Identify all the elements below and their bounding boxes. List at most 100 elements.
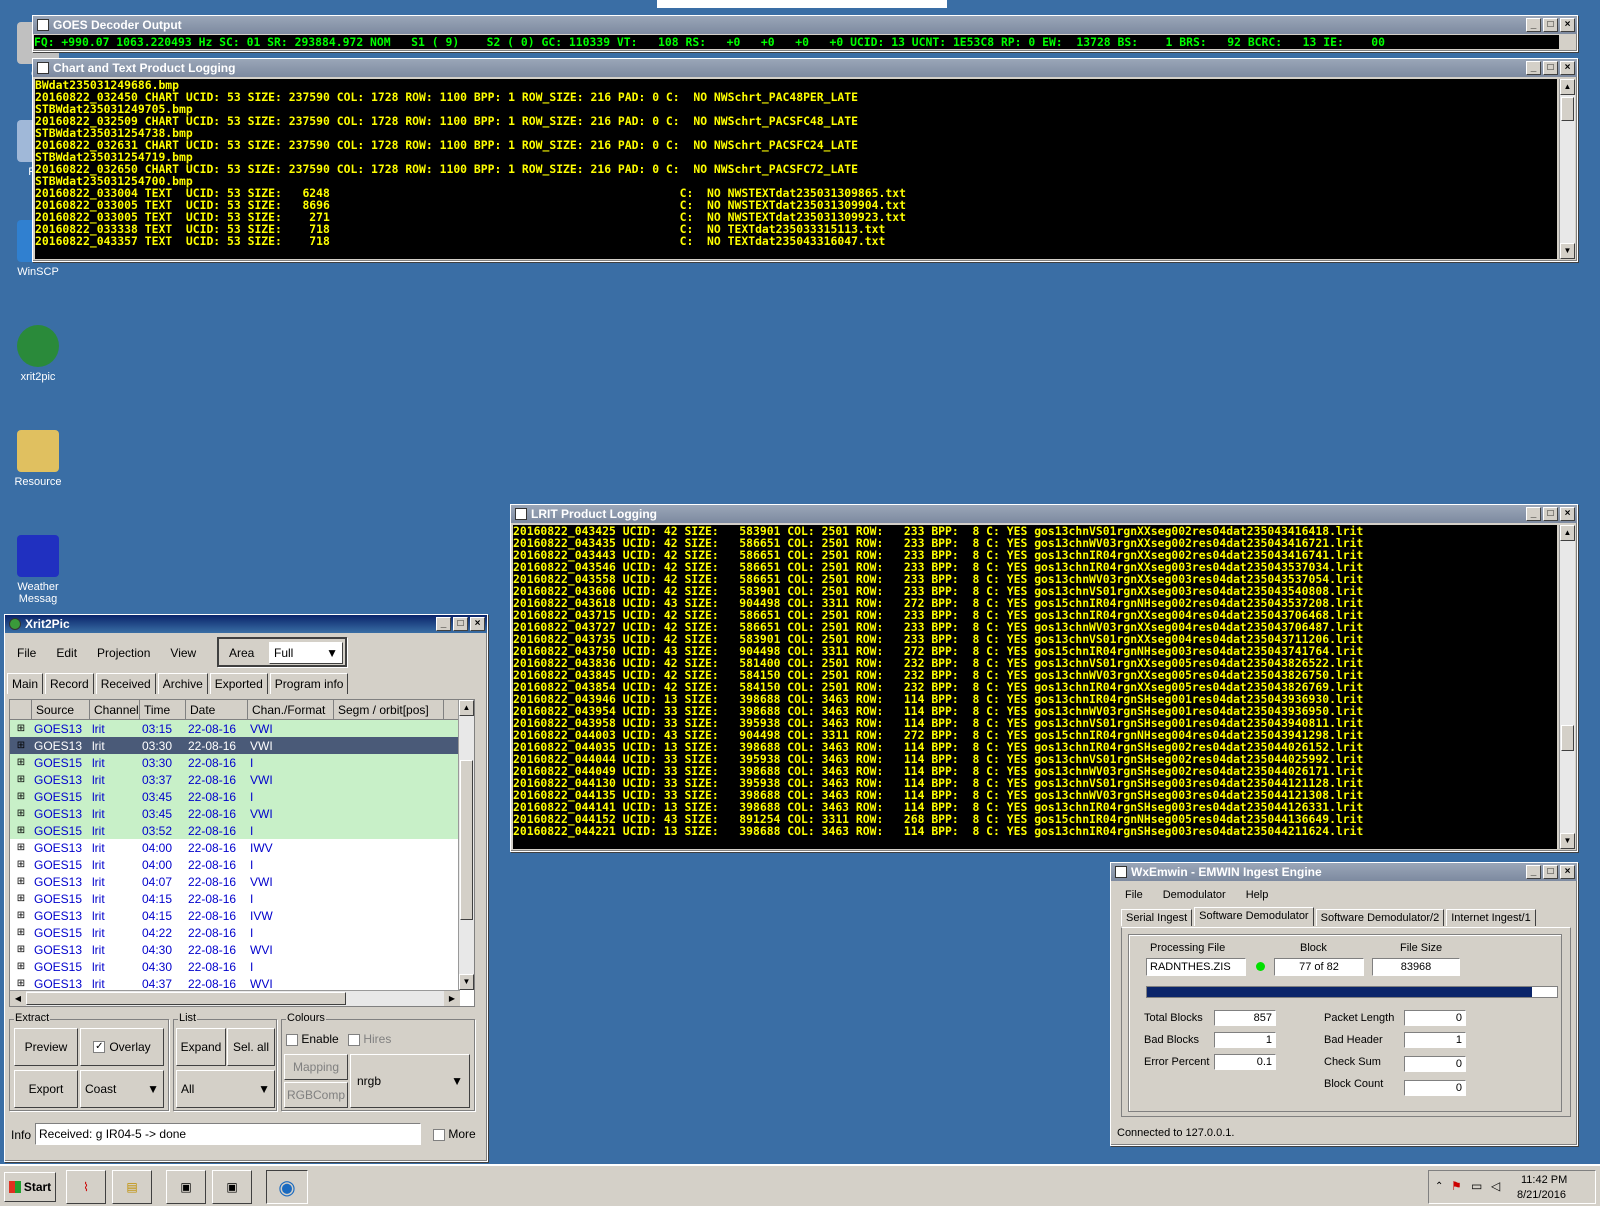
menu-projection[interactable]: Projection	[87, 646, 160, 660]
close-icon[interactable]: ×	[1560, 18, 1575, 32]
expand-icon[interactable]: ⊞	[10, 941, 32, 958]
chart-log-window[interactable]: Chart and Text Product Logging _ □ × BWdat…	[32, 58, 1578, 262]
list-scrollbar[interactable]: ▲ ▼	[458, 700, 474, 990]
scroll-up-icon[interactable]: ▲	[459, 700, 474, 716]
table-row[interactable]: ⊞ GOES13 lrit 03:15 22-08-16 VWI	[10, 720, 474, 737]
table-row[interactable]: ⊞ GOES15 lrit 03:52 22-08-16 I	[10, 822, 474, 839]
table-row[interactable]: ⊞ GOES13 lrit 04:07 22-08-16 VWI	[10, 873, 474, 890]
overlay-checkbox[interactable]: ✓	[93, 1041, 106, 1053]
colour-mode-select[interactable]: nrgb ▼	[350, 1054, 470, 1108]
chart-log-scrollbar[interactable]: ▲ ▼	[1559, 79, 1575, 259]
expand-button[interactable]: Expand	[176, 1028, 226, 1066]
table-row[interactable]: ⊞ GOES13 lrit 04:00 22-08-16 IWV	[10, 839, 474, 856]
table-row[interactable]: ⊞ GOES13 lrit 03:30 22-08-16 VWI	[10, 737, 474, 754]
lrit-log-titlebar[interactable]: LRIT Product Logging _ □ ×	[511, 505, 1577, 523]
chart-log-titlebar[interactable]: Chart and Text Product Logging _ □ ×	[33, 59, 1577, 77]
column-header[interactable]: Date	[186, 700, 248, 719]
clock-date[interactable]: 8/21/2016	[1517, 1189, 1566, 1201]
expand-icon[interactable]: ⊞	[10, 771, 32, 788]
expand-icon[interactable]: ⊞	[10, 720, 32, 737]
tab-archive[interactable]: Archive	[157, 673, 208, 694]
expand-icon[interactable]: ⊞	[10, 822, 32, 839]
expand-icon[interactable]: ⊞	[10, 839, 32, 856]
desktop-icon[interactable]: xrit2pic	[3, 325, 73, 383]
tab-record[interactable]: Record	[45, 673, 94, 694]
taskbar-globe-icon[interactable]: ◉	[266, 1170, 308, 1204]
column-header[interactable]: Channel	[90, 700, 140, 719]
scroll-up-icon[interactable]: ▲	[1560, 79, 1575, 95]
goes-decoder-titlebar[interactable]: GOES Decoder Output _ □ ×	[33, 16, 1577, 34]
taskbar-explorer-icon[interactable]: ▤	[112, 1170, 152, 1204]
expand-icon[interactable]: ⊞	[10, 890, 32, 907]
table-row[interactable]: ⊞ GOES15 lrit 04:00 22-08-16 I	[10, 856, 474, 873]
scroll-thumb[interactable]	[1561, 725, 1574, 751]
product-table[interactable]: ⊞ GOES13 lrit 03:15 22-08-16 VWI ⊞ GOES13 lrit 03…	[10, 720, 474, 992]
tray-volume-icon[interactable]: ◁	[1491, 1179, 1500, 1193]
goes-decoder-window[interactable]: GOES Decoder Output _ □ × FQ: +990.07 1063…	[32, 15, 1578, 52]
export-button[interactable]: Export	[14, 1070, 78, 1108]
tray-flag-icon[interactable]: ⚑	[1451, 1179, 1462, 1193]
tab-exported[interactable]: Exported	[209, 673, 268, 694]
close-icon[interactable]: ×	[1560, 61, 1575, 75]
tab-software-demodulator-2[interactable]: Software Demodulator/2	[1315, 909, 1445, 926]
expand-icon[interactable]: ⊞	[10, 873, 32, 890]
taskbar-console2-icon[interactable]: ▣	[212, 1170, 252, 1204]
tab-internet-ingest-1[interactable]: Internet Ingest/1	[1446, 909, 1536, 926]
menu-edit[interactable]: Edit	[46, 646, 87, 660]
tray-expand-icon[interactable]: ⌃	[1435, 1181, 1443, 1192]
expand-icon[interactable]: ⊞	[10, 958, 32, 975]
minimize-icon[interactable]: _	[1526, 865, 1541, 879]
expand-icon[interactable]: ⊞	[10, 805, 32, 822]
desktop-icon[interactable]: Weather Messag	[3, 535, 73, 605]
table-row[interactable]: ⊞ GOES13 lrit 03:37 22-08-16 VWI	[10, 771, 474, 788]
close-icon[interactable]: ×	[470, 617, 485, 631]
expand-icon[interactable]: ⊞	[10, 856, 32, 873]
menu-file[interactable]: File	[1115, 889, 1153, 901]
product-list[interactable]: Source Channel Time Date Chan./Format Segm / …	[9, 699, 475, 1007]
table-row[interactable]: ⊞ GOES15 lrit 03:45 22-08-16 I	[10, 788, 474, 805]
table-row[interactable]: ⊞ GOES15 lrit 03:30 22-08-16 I	[10, 754, 474, 771]
start-button[interactable]: Start	[4, 1172, 56, 1202]
xrit2pic-window[interactable]: Xrit2Pic _ □ × File Edit Projection View Area…	[4, 614, 488, 1162]
close-icon[interactable]: ×	[1560, 507, 1575, 521]
scroll-down-icon[interactable]: ▼	[1560, 833, 1575, 849]
maximize-icon[interactable]: □	[1543, 865, 1558, 879]
column-header[interactable]: Segm / orbit[pos]	[334, 700, 444, 719]
column-header[interactable]: Time	[140, 700, 186, 719]
menu-help[interactable]: Help	[1236, 889, 1279, 901]
maximize-icon[interactable]: □	[453, 617, 468, 631]
table-row[interactable]: ⊞ GOES15 lrit 04:30 22-08-16 I	[10, 958, 474, 975]
minimize-icon[interactable]: _	[436, 617, 451, 631]
hires-checkbox[interactable]	[348, 1033, 360, 1046]
tab-received[interactable]: Received	[95, 673, 156, 694]
minimize-icon[interactable]: _	[1526, 18, 1541, 32]
maximize-icon[interactable]: □	[1543, 18, 1558, 32]
scroll-thumb[interactable]	[1561, 97, 1574, 121]
taskbar-console-icon[interactable]: ▣	[166, 1170, 206, 1204]
column-header[interactable]: Source	[32, 700, 90, 719]
coast-select[interactable]: Coast ▼	[80, 1070, 164, 1108]
menu-view[interactable]: View	[160, 646, 206, 660]
select-all-button[interactable]: Sel. all	[227, 1028, 275, 1066]
expand-icon[interactable]: ⊞	[10, 907, 32, 924]
table-row[interactable]: ⊞ GOES15 lrit 04:15 22-08-16 I	[10, 890, 474, 907]
emwin-window[interactable]: WxEmwin - EMWIN Ingest Engine _ □ × File De…	[1110, 862, 1578, 1146]
expand-icon[interactable]: ⊞	[10, 737, 32, 754]
expand-icon[interactable]: ⊞	[10, 788, 32, 805]
minimize-icon[interactable]: _	[1526, 507, 1541, 521]
clock-time[interactable]: 11:42 PM	[1521, 1174, 1567, 1186]
expand-icon[interactable]: ⊞	[10, 754, 32, 771]
enable-toggle[interactable]: Enable	[286, 1032, 339, 1046]
scroll-down-icon[interactable]: ▼	[1560, 243, 1575, 259]
tab-software-demodulator[interactable]: Software Demodulator	[1194, 907, 1314, 926]
lrit-log-scrollbar[interactable]: ▲ ▼	[1559, 525, 1575, 849]
rgbcomp-button[interactable]: RGBComp	[284, 1082, 348, 1108]
emwin-titlebar[interactable]: WxEmwin - EMWIN Ingest Engine _ □ ×	[1111, 863, 1577, 881]
menu-demodulator[interactable]: Demodulator	[1153, 889, 1236, 901]
tab-program-info[interactable]: Program info	[269, 673, 349, 694]
table-row[interactable]: ⊞ GOES13 lrit 04:15 22-08-16 IVW	[10, 907, 474, 924]
tab-serial-ingest[interactable]: Serial Ingest	[1121, 909, 1193, 926]
preview-button[interactable]: Preview	[14, 1028, 78, 1066]
close-icon[interactable]: ×	[1560, 865, 1575, 879]
scroll-right-icon[interactable]: ▶	[444, 991, 460, 1006]
